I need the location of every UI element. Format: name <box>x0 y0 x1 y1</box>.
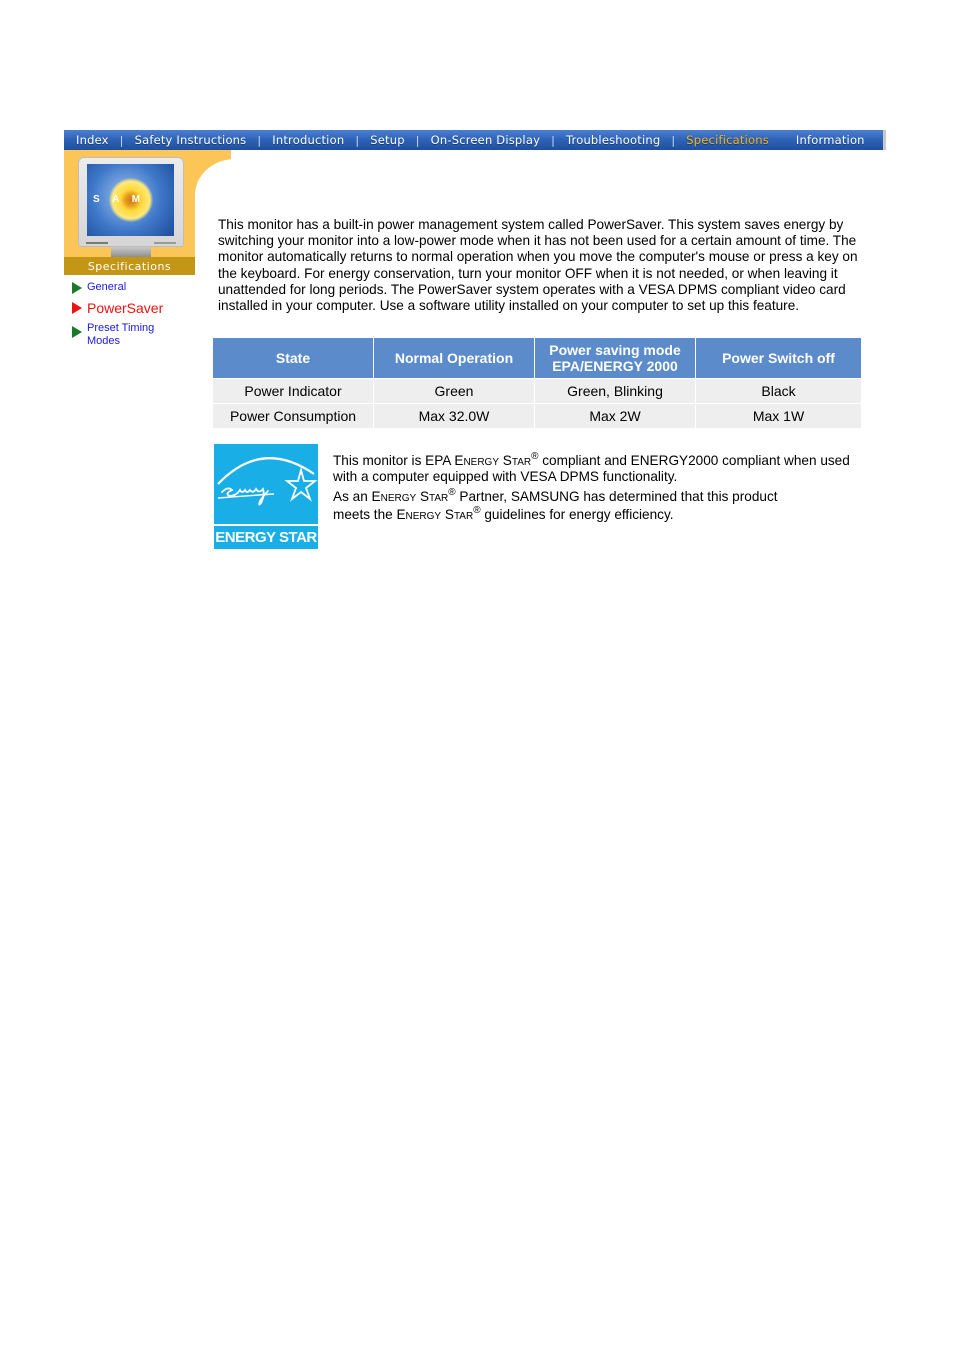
energy-star-brand: Energy Star <box>371 488 449 504</box>
table-row: Power Indicator Green Green, Blinking Bl… <box>213 379 861 403</box>
energy-star-partner-text: As an Energy Star® Partner, SAMSUNG has … <box>333 486 853 505</box>
table-cell: Max 32.0W <box>374 404 534 428</box>
nav-safety-instructions[interactable]: Safety Instructions <box>135 133 247 147</box>
energy-star-label: ENERGY STAR <box>214 526 318 549</box>
table-cell: Max 1W <box>696 404 861 428</box>
text-fragment: Partner, SAMSUNG has determined that thi… <box>455 488 778 504</box>
text-fragment: As an <box>333 488 372 504</box>
column-header-power-switch-off: Power Switch off <box>696 338 861 378</box>
nav-separator: | <box>119 133 124 147</box>
column-header-normal-operation: Normal Operation <box>374 338 534 378</box>
column-header-power-saving-mode: Power saving mode EPA/ENERGY 2000 <box>535 338 695 378</box>
table-cell: Power Consumption <box>213 404 373 428</box>
nav-index[interactable]: Index <box>76 133 109 147</box>
energy-star-swoosh-icon <box>217 457 318 506</box>
registered-mark: ® <box>448 486 456 498</box>
energy-star-logo: ENERGY STAR <box>214 444 318 549</box>
energy-star-brand: Energy Star <box>454 453 532 468</box>
nav-separator: | <box>671 133 676 147</box>
energy-star-statement: This monitor is EPA Energy Star® complia… <box>333 452 853 527</box>
side-menu-label[interactable]: General <box>87 281 126 294</box>
column-header-state: State <box>213 338 373 378</box>
bezel-model-label <box>154 242 176 244</box>
text-fragment: This monitor is EPA <box>333 453 455 468</box>
nav-introduction[interactable]: Introduction <box>272 133 344 147</box>
power-saver-table: State Normal Operation Power saving mode… <box>212 337 862 429</box>
text-fragment: guidelines for energy efficiency. <box>480 507 674 523</box>
side-menu-item-general[interactable]: General <box>72 281 194 294</box>
nav-separator: | <box>415 133 420 147</box>
green-arrow-icon <box>72 326 82 338</box>
monitor-stand <box>111 247 151 257</box>
side-menu-label[interactable]: Preset Timing Modes <box>87 322 167 348</box>
section-label: Specifications <box>64 257 195 275</box>
monitor-illustration: S A M <box>78 157 184 247</box>
nav-troubleshooting[interactable]: Troubleshooting <box>566 133 660 147</box>
green-arrow-icon <box>72 282 82 294</box>
text-fragment: meets the <box>333 507 397 523</box>
table-cell: Green <box>374 379 534 403</box>
registered-mark: ® <box>473 505 481 517</box>
table-cell: Green, Blinking <box>535 379 695 403</box>
side-menu: General PowerSaver Preset Timing Modes <box>72 281 194 353</box>
energy-star-guidelines-text: meets the Energy Star® guidelines for en… <box>333 505 853 523</box>
energy-star-brand: Energy Star <box>396 507 474 523</box>
table-cell: Max 2W <box>535 404 695 428</box>
nav-separator: | <box>257 133 262 147</box>
bezel-logo <box>86 242 108 244</box>
energy-star-compliance-text: This monitor is EPA Energy Star® complia… <box>333 452 853 486</box>
energy-star-emblem <box>214 444 318 524</box>
side-menu-item-preset-timing-modes[interactable]: Preset Timing Modes <box>72 322 194 348</box>
red-arrow-icon <box>72 302 82 314</box>
nav-on-screen-display[interactable]: On-Screen Display <box>431 133 540 147</box>
header-line: EPA/ENERGY 2000 <box>552 358 678 374</box>
nav-separator: | <box>551 133 555 147</box>
side-menu-item-powersaver[interactable]: PowerSaver <box>72 299 194 317</box>
nav-setup[interactable]: Setup <box>370 133 404 147</box>
nav-separator: | <box>355 133 360 147</box>
nav-specifications[interactable]: Specifications <box>686 133 769 147</box>
top-navigation-bar: Index | Safety Instructions | Introducti… <box>64 130 886 150</box>
header-line: Power saving mode <box>549 342 681 358</box>
table-cell: Power Indicator <box>213 379 373 403</box>
monitor-screen: S A M <box>87 164 174 236</box>
monitor-brand-text: S A M <box>93 194 146 205</box>
nav-information[interactable]: Information <box>796 133 865 147</box>
table-cell: Black <box>696 379 861 403</box>
table-row: Power Consumption Max 32.0W Max 2W Max 1… <box>213 404 861 428</box>
side-menu-label[interactable]: PowerSaver <box>87 299 163 317</box>
table-header-row: State Normal Operation Power saving mode… <box>213 338 861 378</box>
intro-paragraph: This monitor has a built-in power manage… <box>218 217 858 314</box>
